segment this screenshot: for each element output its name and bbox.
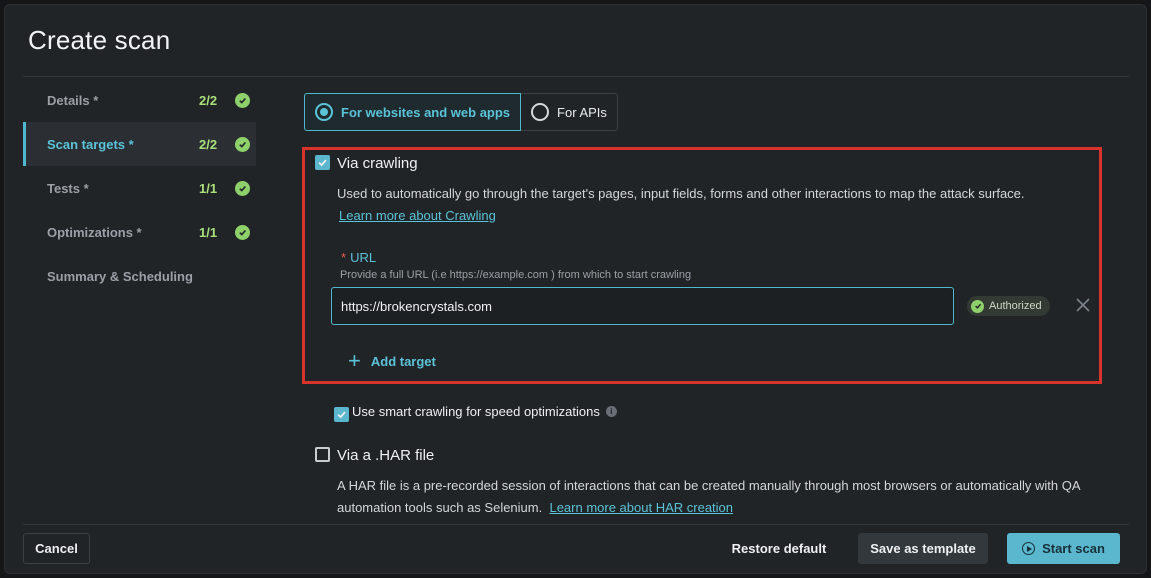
step-label: Tests * [47, 180, 89, 196]
step-label: Optimizations * [47, 224, 142, 240]
har-description-text: automation tools such as Selenium. [337, 500, 543, 515]
target-type-toggle: For websites and web apps For APIs [304, 93, 618, 131]
check-icon [318, 159, 327, 167]
step-scan-targets[interactable]: Scan targets * 2/2 [23, 122, 256, 166]
check-icon [235, 180, 250, 196]
option-label: For websites and web apps [341, 104, 511, 120]
plus-icon: + [348, 348, 361, 373]
step-label: Scan targets * [47, 136, 134, 152]
step-label: Details * [47, 92, 99, 108]
required-marker: * [341, 250, 347, 265]
learn-more-crawling-link[interactable]: Learn more about Crawling [339, 208, 496, 223]
close-icon[interactable] [1074, 296, 1092, 314]
start-scan-button[interactable]: Start scan [1007, 533, 1120, 564]
har-description: A HAR file is a pre-recorded session of … [337, 478, 1081, 493]
har-description-line2: automation tools such as Selenium. Learn… [337, 498, 733, 518]
cancel-button[interactable]: Cancel [23, 533, 90, 564]
step-count: 2/2 [199, 92, 218, 108]
radio-selected-icon [315, 103, 333, 121]
step-count: 1/1 [199, 224, 218, 240]
check-icon [971, 299, 984, 313]
crawling-section-highlight [302, 147, 1102, 384]
url-label: * URL [341, 250, 376, 265]
check-icon [235, 136, 250, 152]
info-icon[interactable]: i [605, 406, 617, 417]
smart-crawling-checkbox[interactable] [334, 407, 349, 422]
step-count: 1/1 [199, 180, 218, 196]
check-icon [337, 411, 346, 419]
url-input[interactable]: https://brokencrystals.com [331, 287, 954, 325]
step-label: Summary & Scheduling [47, 268, 193, 284]
step-tests[interactable]: Tests * 1/1 [23, 166, 256, 210]
restore-default-button[interactable]: Restore default [725, 533, 833, 564]
save-as-template-button[interactable]: Save as template [858, 533, 988, 564]
radio-empty-icon [531, 103, 550, 121]
authorized-badge: Authorized [967, 296, 1050, 316]
learn-more-har-link[interactable]: Learn more about HAR creation [549, 500, 733, 515]
footer-divider [23, 524, 1129, 525]
add-target-label: Add target [370, 353, 436, 369]
smart-crawling-option: Use smart crawling for speed optimizatio… [352, 404, 617, 419]
url-hint: Provide a full URL (i.e https://example.… [340, 269, 692, 281]
har-title: Via a .HAR file [337, 447, 435, 464]
step-summary-scheduling[interactable]: Summary & Scheduling [23, 254, 256, 298]
step-optimizations[interactable]: Optimizations * 1/1 [23, 210, 256, 254]
play-circle-icon [1022, 542, 1036, 555]
check-icon [235, 224, 250, 240]
steps-sidebar: Details * 2/2 Scan targets * 2/2 Tests *… [23, 78, 256, 298]
url-label-text: URL [350, 250, 377, 265]
crawling-description: Used to automatically go through the tar… [337, 186, 1025, 201]
add-target-button[interactable]: + Add target [348, 348, 436, 373]
option-apis[interactable]: For APIs [521, 93, 618, 131]
step-details[interactable]: Details * 2/2 [23, 78, 256, 122]
har-checkbox[interactable] [315, 447, 330, 462]
option-websites[interactable]: For websites and web apps [304, 93, 522, 131]
option-label: For APIs [557, 104, 607, 120]
start-scan-label: Start scan [1042, 541, 1105, 556]
badge-label: Authorized [989, 300, 1042, 312]
step-count: 2/2 [199, 136, 218, 152]
smart-crawling-label: Use smart crawling for speed optimizatio… [352, 404, 600, 419]
crawling-checkbox[interactable] [315, 155, 330, 170]
crawling-title: Via crawling [337, 155, 418, 172]
title-divider [23, 76, 1129, 77]
dialog-title: Create scan [28, 25, 171, 55]
check-icon [235, 92, 250, 108]
